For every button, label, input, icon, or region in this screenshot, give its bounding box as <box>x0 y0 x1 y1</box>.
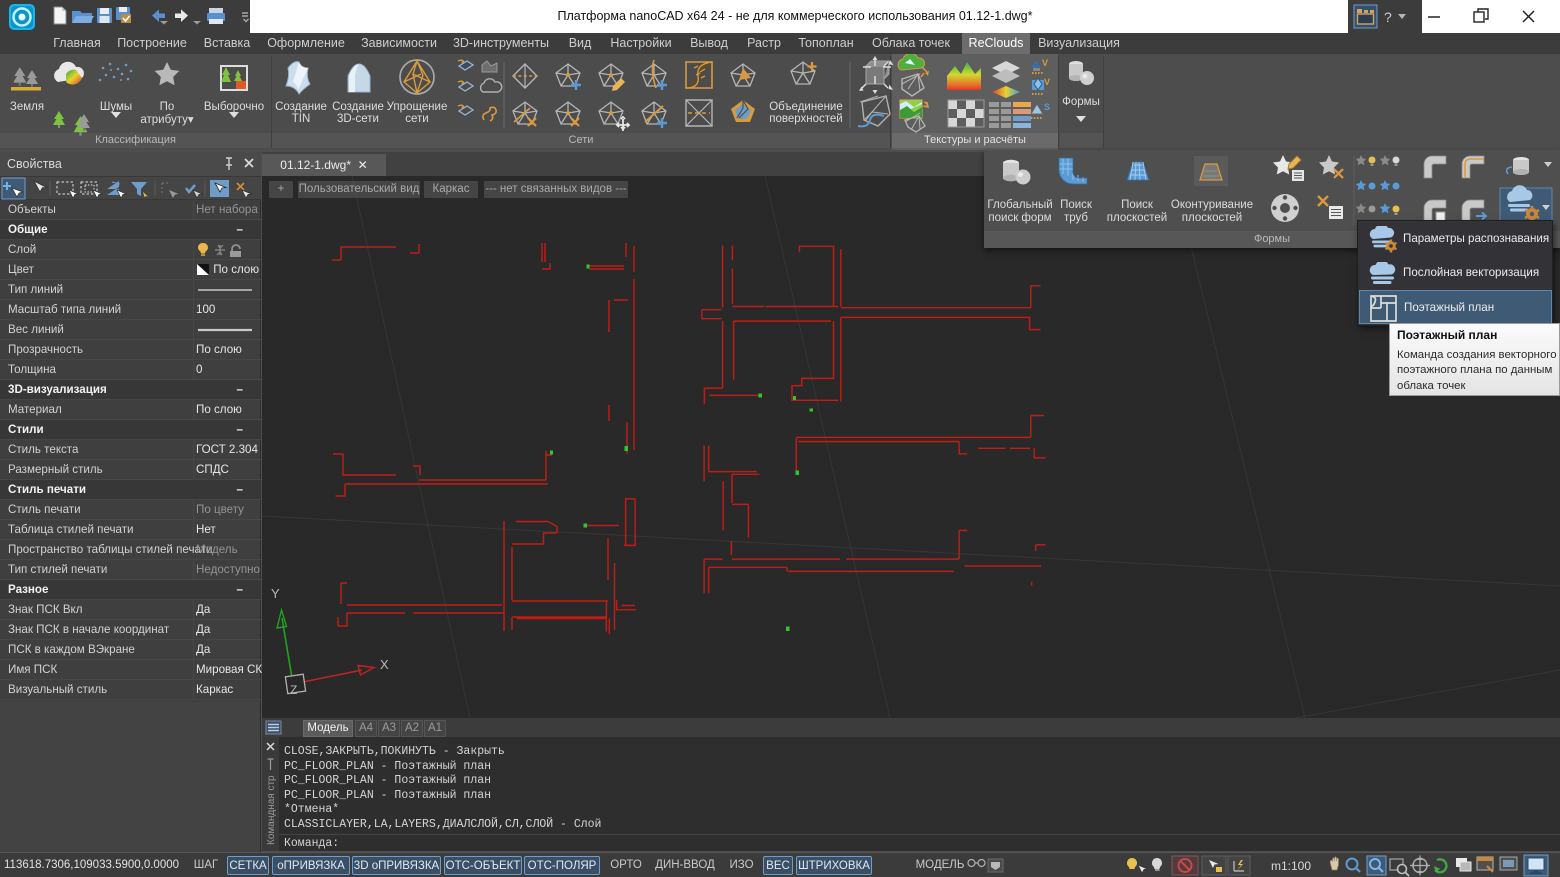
svg-text:Y: Y <box>271 586 280 601</box>
svg-text:X: X <box>380 657 389 672</box>
svg-text:m1:100: m1:100 <box>1271 859 1311 873</box>
svg-text:?: ? <box>1384 9 1392 25</box>
svg-text:S: S <box>1044 102 1050 112</box>
svg-text:V: V <box>1042 58 1048 68</box>
svg-text:Командная стр: Командная стр <box>266 775 277 845</box>
svg-text:Z: Z <box>290 683 297 697</box>
svg-text:V: V <box>1044 77 1050 87</box>
